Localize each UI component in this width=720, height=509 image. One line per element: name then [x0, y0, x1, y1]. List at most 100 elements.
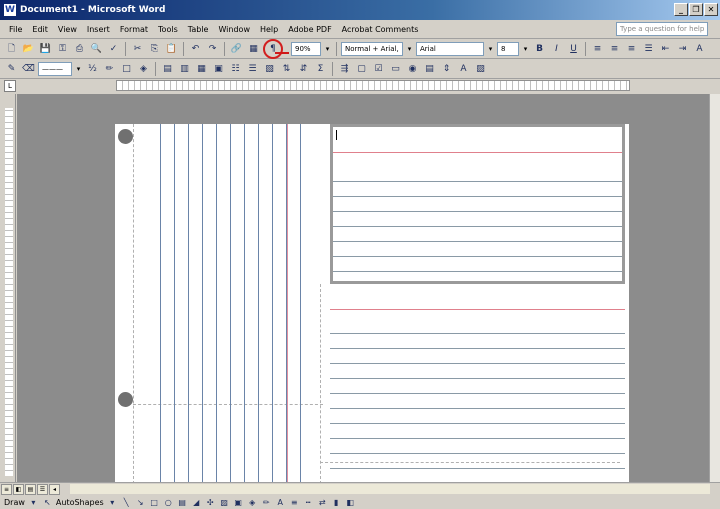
outline-view-button[interactable]: ☰	[37, 483, 48, 495]
menu-file[interactable]: File	[4, 25, 27, 34]
underline-button[interactable]: U	[566, 41, 581, 56]
wordart-icon[interactable]: ◢	[191, 497, 202, 508]
scroll-left-icon[interactable]: ◂	[49, 483, 60, 495]
chevron-down-icon[interactable]: ▾	[405, 42, 414, 56]
dash-style-icon[interactable]: ┅	[303, 497, 314, 508]
chevron-down-icon[interactable]: ▾	[323, 42, 332, 56]
menu-edit[interactable]: Edit	[27, 25, 53, 34]
image-icon[interactable]: ▨	[473, 61, 488, 76]
restore-button[interactable]: ❐	[689, 3, 703, 16]
web-layout-view-button[interactable]: ◧	[13, 483, 24, 495]
align-center-icon[interactable]: ≡	[607, 41, 622, 56]
line-style-combo[interactable]: ———	[38, 61, 72, 76]
increase-indent-icon[interactable]: ⇥	[675, 41, 690, 56]
frame-icon[interactable]: ▢	[354, 61, 369, 76]
table-autoformat-icon[interactable]: ▧	[262, 61, 277, 76]
spelling-icon[interactable]: ✓	[106, 41, 121, 56]
3d-icon[interactable]: ◧	[345, 497, 356, 508]
italic-button[interactable]: I	[549, 41, 564, 56]
chevron-down-icon[interactable]: ▾	[28, 497, 39, 508]
show-hide-formatting-button[interactable]: ¶	[263, 38, 283, 59]
select-objects-icon[interactable]: ↖	[42, 497, 53, 508]
style-combo[interactable]: Normal + Arial,	[341, 41, 403, 56]
copy-icon[interactable]: ⎘	[147, 41, 162, 56]
normal-view-button[interactable]: ≡	[1, 483, 12, 495]
text-box-icon[interactable]: ▤	[177, 497, 188, 508]
print-layout-view-button[interactable]: ▤	[25, 483, 36, 495]
zoom-combo[interactable]: 90%	[291, 41, 321, 56]
distribute-columns-icon[interactable]: ☰	[245, 61, 260, 76]
align-cell-icon[interactable]: ▣	[211, 61, 226, 76]
borders-icon[interactable]: □	[119, 61, 134, 76]
vertical-scrollbar[interactable]	[709, 94, 720, 482]
diagram-icon[interactable]: ✣	[205, 497, 216, 508]
menu-tools[interactable]: Tools	[153, 25, 183, 34]
fill-color-icon[interactable]: ◈	[247, 497, 258, 508]
arrow-icon[interactable]: ↘	[135, 497, 146, 508]
align-right-icon[interactable]: ≡	[624, 41, 639, 56]
line-weight-icon[interactable]: ½	[85, 61, 100, 76]
vertical-ruler[interactable]	[2, 94, 16, 482]
print-preview-icon[interactable]: 🔍	[89, 41, 104, 56]
line-icon[interactable]: ╲	[121, 497, 132, 508]
menu-insert[interactable]: Insert	[82, 25, 115, 34]
redo-icon[interactable]: ↷	[205, 41, 220, 56]
menu-acrobat-comments[interactable]: Acrobat Comments	[337, 25, 424, 34]
label-icon[interactable]: A	[456, 61, 471, 76]
save-icon[interactable]: 💾	[38, 41, 53, 56]
cut-icon[interactable]: ✂	[130, 41, 145, 56]
option-button-icon[interactable]: ◉	[405, 61, 420, 76]
menu-format[interactable]: Format	[115, 25, 153, 34]
distribute-rows-icon[interactable]: ☷	[228, 61, 243, 76]
insert-table-icon[interactable]: ▦	[246, 41, 261, 56]
clip-art-icon[interactable]: ▨	[219, 497, 230, 508]
decrease-indent-icon[interactable]: ⇤	[658, 41, 673, 56]
bullets-icon[interactable]: ☰	[641, 41, 656, 56]
tab-selector[interactable]: L	[4, 80, 16, 92]
line-color-icon[interactable]: ✏	[261, 497, 272, 508]
autosum-icon[interactable]: Σ	[313, 61, 328, 76]
insert-hyperlink-icon[interactable]: 🔗	[229, 41, 244, 56]
merge-cells-icon[interactable]: ▥	[177, 61, 192, 76]
menu-table[interactable]: Table	[183, 25, 214, 34]
undo-icon[interactable]: ↶	[188, 41, 203, 56]
split-cells-icon[interactable]: ▦	[194, 61, 209, 76]
document-page[interactable]	[115, 124, 629, 482]
chevron-down-icon[interactable]: ▾	[521, 42, 530, 56]
insert-table-icon[interactable]: ▤	[160, 61, 175, 76]
picture-icon[interactable]: ▣	[233, 497, 244, 508]
drop-down-field-icon[interactable]: ▭	[388, 61, 403, 76]
paste-icon[interactable]: 📋	[164, 41, 179, 56]
horizontal-scrollbar[interactable]	[70, 484, 710, 494]
close-button[interactable]: ✕	[704, 3, 718, 16]
menu-help[interactable]: Help	[255, 25, 283, 34]
shadow-icon[interactable]: ▮	[331, 497, 342, 508]
menu-view[interactable]: View	[53, 25, 82, 34]
draw-menu-button[interactable]: Draw	[4, 498, 25, 507]
menu-window[interactable]: Window	[213, 25, 255, 34]
autoshapes-button[interactable]: AutoShapes	[56, 498, 104, 507]
font-color-icon[interactable]: A	[275, 497, 286, 508]
font-color-icon[interactable]: A	[692, 41, 707, 56]
permission-icon[interactable]: ⚿	[55, 41, 70, 56]
line-style-icon[interactable]: ≡	[289, 497, 300, 508]
checkbox-field-icon[interactable]: ☑	[371, 61, 386, 76]
shading-icon[interactable]: ◈	[136, 61, 151, 76]
pencil-icon[interactable]: ✎	[4, 61, 19, 76]
eraser-icon[interactable]: ⌫	[21, 61, 36, 76]
bold-button[interactable]: B	[532, 41, 547, 56]
sort-descending-icon[interactable]: ⇵	[296, 61, 311, 76]
chevron-down-icon[interactable]: ▾	[107, 497, 118, 508]
help-question-input[interactable]: Type a question for help	[616, 22, 708, 36]
text-box[interactable]	[330, 124, 625, 284]
font-combo[interactable]: Arial	[416, 41, 484, 56]
print-icon[interactable]: ⎙	[72, 41, 87, 56]
scroll-bar-icon[interactable]: ⇕	[439, 61, 454, 76]
border-color-icon[interactable]: ✏	[102, 61, 117, 76]
rectangle-icon[interactable]: □	[149, 497, 160, 508]
font-size-combo[interactable]: 8	[497, 41, 519, 56]
arrow-style-icon[interactable]: ⇄	[317, 497, 328, 508]
chevron-down-icon[interactable]: ▾	[486, 42, 495, 56]
new-document-icon[interactable]: 🗋	[4, 41, 19, 56]
open-icon[interactable]: 📂	[21, 41, 36, 56]
